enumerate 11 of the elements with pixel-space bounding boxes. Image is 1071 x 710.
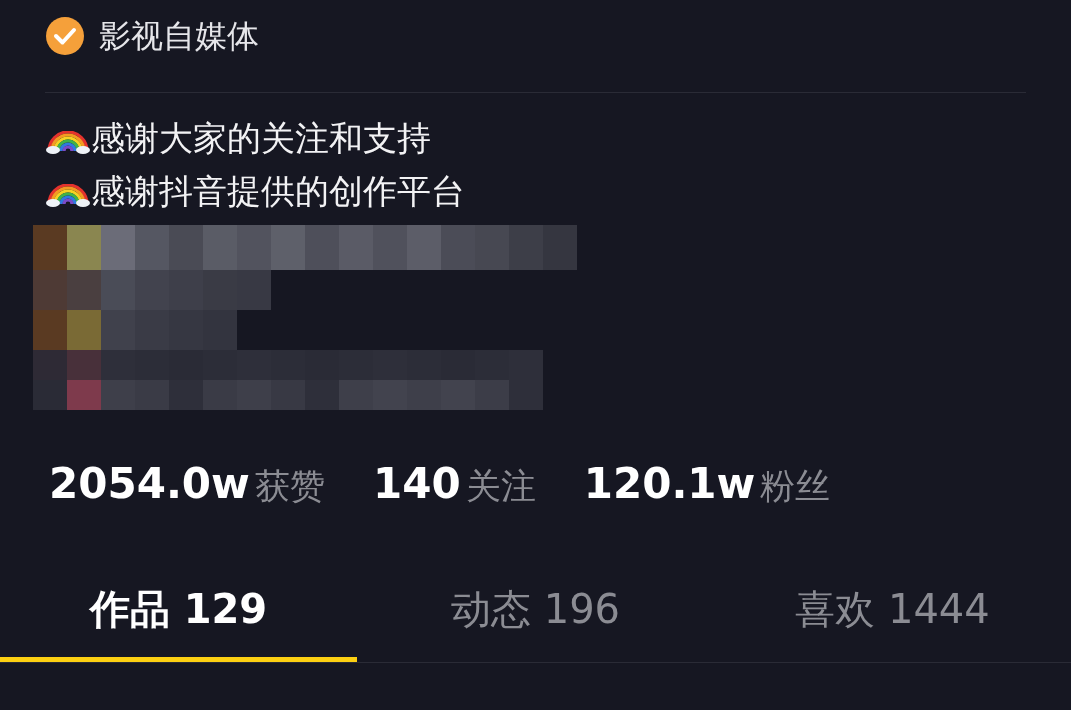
bio-line: 感谢大家的关注和支持: [91, 120, 431, 155]
stat: 2054.0w获赞: [49, 458, 325, 510]
stat: 140 关注: [372, 458, 536, 510]
account-label: 影视自媒体: [99, 16, 259, 57]
rainbow-icon: [45, 130, 91, 155]
profile-tab[interactable]: 作品 129: [0, 569, 357, 662]
stat: 120.1w粉丝: [583, 458, 831, 510]
rainbow-icon: [45, 183, 91, 208]
bio-line: 感谢抖音提供的创作平台: [91, 173, 465, 208]
profile-tab[interactable]: 动态 196: [357, 569, 714, 662]
profile-tab[interactable]: 喜欢 1444: [714, 569, 1071, 662]
